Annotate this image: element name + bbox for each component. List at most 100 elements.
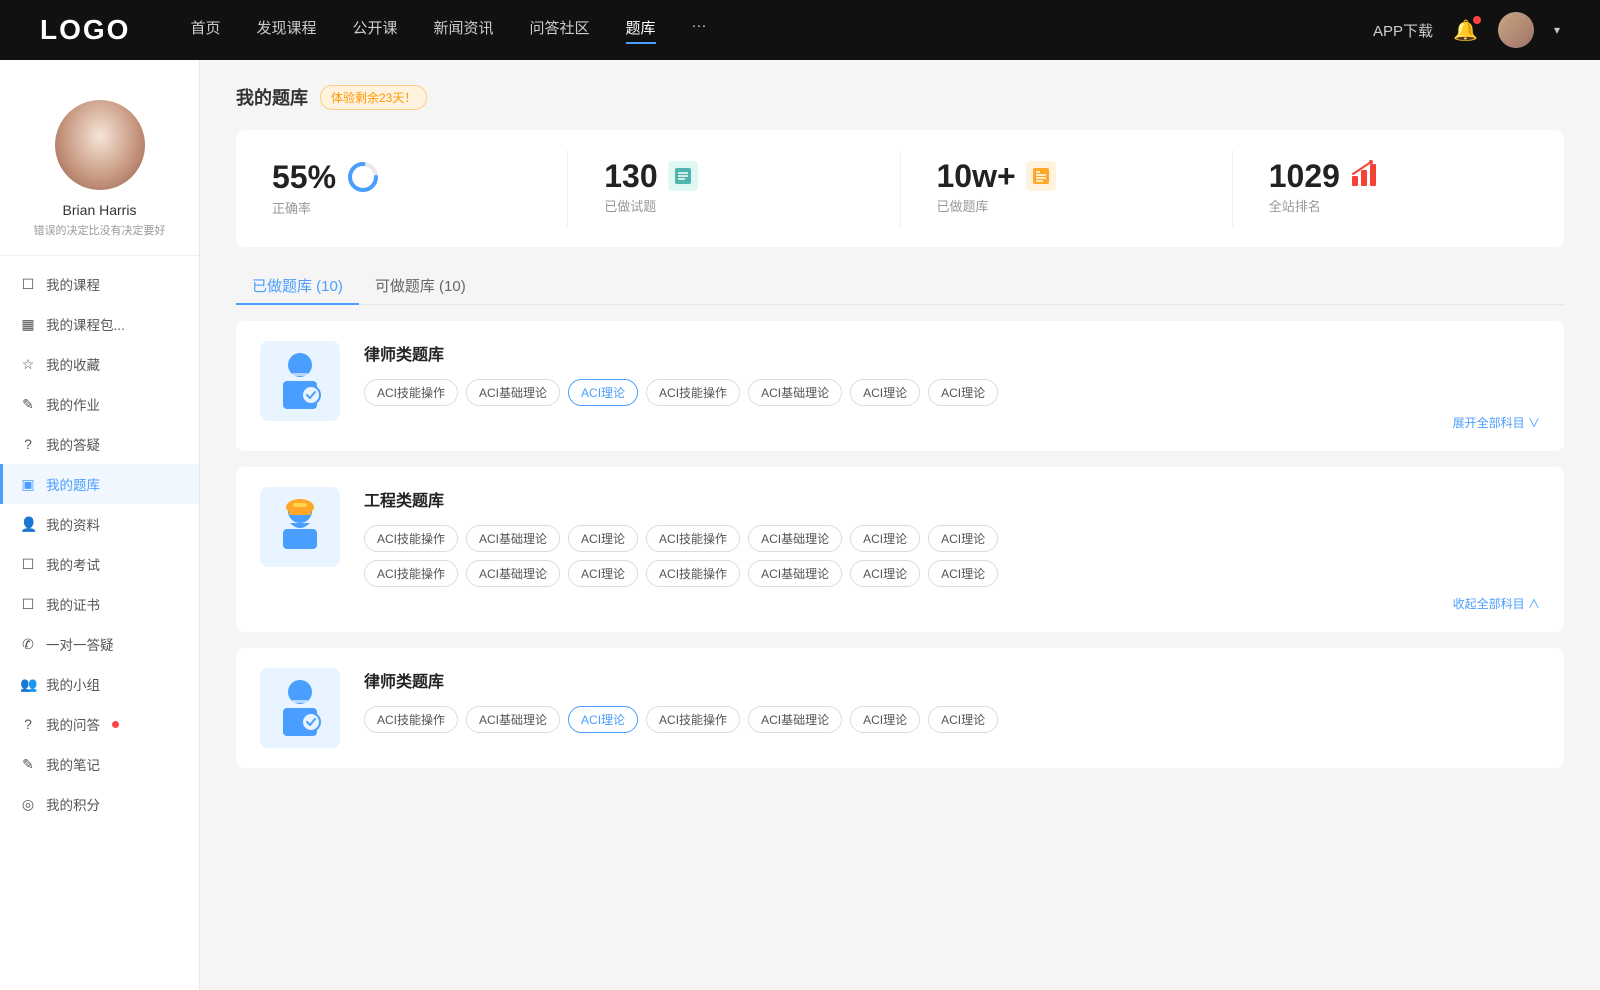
stat-done-banks: 10w+ 已做题库: [901, 150, 1233, 227]
notification-dot: [1473, 16, 1481, 24]
sidebar-item-label: 我的证书: [46, 594, 100, 614]
tag[interactable]: ACI基础理论: [466, 706, 560, 733]
active-bar: [0, 464, 3, 504]
sidebar-item-label: 我的小组: [46, 674, 100, 694]
tutoring-icon: ✆: [20, 636, 36, 653]
sidebar-item-myqa[interactable]: ? 我的问答: [0, 704, 199, 744]
collapse-link[interactable]: 收起全部科目 ∧: [364, 595, 1540, 612]
expand-link[interactable]: 展开全部科目 ∨: [364, 414, 1540, 431]
qbank-title: 律师类题库: [364, 668, 1540, 692]
sidebar-item-collect[interactable]: ☆ 我的收藏: [0, 344, 199, 384]
sidebar-item-label: 我的课程包...: [46, 314, 125, 334]
tag[interactable]: ACI理论: [928, 525, 998, 552]
nav-news[interactable]: 新闻资讯: [434, 17, 494, 44]
tag[interactable]: ACI理论: [850, 560, 920, 587]
sidebar-item-label: 我的收藏: [46, 354, 100, 374]
tag[interactable]: ACI技能操作: [364, 525, 458, 552]
navbar: LOGO 首页 发现课程 公开课 新闻资讯 问答社区 题库 ··· APP下载 …: [0, 0, 1600, 60]
avatar-image: [1498, 12, 1534, 48]
stat-icon-banks: [1026, 161, 1056, 191]
stats-row: 55% 正确率 130: [236, 130, 1564, 247]
sidebar-item-points[interactable]: ◎ 我的积分: [0, 784, 199, 824]
page-title-row: 我的题库 体验剩余23天！: [236, 84, 1564, 110]
tag[interactable]: ACI理论: [850, 525, 920, 552]
tabs-row: 已做题库 (10) 可做题库 (10): [236, 267, 1564, 305]
tag[interactable]: ACI基础理论: [466, 560, 560, 587]
sidebar-item-profile[interactable]: 👤 我的资料: [0, 504, 199, 544]
tag[interactable]: ACI理论: [568, 560, 638, 587]
tag[interactable]: ACI基础理论: [748, 560, 842, 587]
tag[interactable]: ACI技能操作: [364, 706, 458, 733]
chevron-down-icon[interactable]: ▾: [1554, 23, 1560, 37]
sidebar-item-label: 一对一答疑: [46, 634, 114, 654]
sidebar-profile: Brian Harris 错误的决定比没有决定要好: [0, 80, 199, 256]
stat-top: 10w+: [937, 160, 1056, 192]
qbank-title: 律师类题库: [364, 341, 1540, 365]
user-avatar[interactable]: [1498, 12, 1534, 48]
qbank-content-engineer: 工程类题库 ACI技能操作 ACI基础理论 ACI理论 ACI技能操作 ACI基…: [364, 487, 1540, 612]
sidebar-item-qa[interactable]: ? 我的答疑: [0, 424, 199, 464]
nav-qa[interactable]: 问答社区: [530, 17, 590, 44]
sidebar-item-qbank[interactable]: ▣ 我的题库: [0, 464, 199, 504]
nav-open[interactable]: 公开课: [352, 17, 397, 44]
sidebar-item-course[interactable]: ☐ 我的课程: [0, 264, 199, 304]
notification-bell[interactable]: 🔔: [1453, 18, 1478, 43]
stat-accuracy: 55% 正确率: [236, 150, 568, 227]
sidebar-item-homework[interactable]: ✎ 我的作业: [0, 384, 199, 424]
nav-more[interactable]: ···: [692, 17, 707, 44]
tag[interactable]: ACI理论: [850, 379, 920, 406]
stat-label-banks: 已做题库: [937, 196, 989, 215]
unread-dot: [112, 721, 119, 728]
tag[interactable]: ACI基础理论: [466, 379, 560, 406]
main-content: 我的题库 体验剩余23天！ 55% 正确率: [200, 60, 1600, 990]
nav-qbank[interactable]: 题库: [626, 17, 656, 44]
tag[interactable]: ACI基础理论: [748, 525, 842, 552]
tag[interactable]: ACI理论: [928, 379, 998, 406]
tag[interactable]: ACI技能操作: [364, 560, 458, 587]
tag-active[interactable]: ACI理论: [568, 706, 638, 733]
stat-value-done: 130: [604, 160, 657, 192]
myqa-icon: ?: [20, 716, 36, 732]
tag[interactable]: ACI理论: [568, 525, 638, 552]
tag-active[interactable]: ACI理论: [568, 379, 638, 406]
sidebar-motto: 错误的决定比没有决定要好: [34, 224, 166, 239]
exam-icon: ☐: [20, 556, 36, 573]
app-download-button[interactable]: APP下载: [1373, 20, 1433, 41]
stat-value-rank: 1029: [1269, 160, 1340, 192]
tag[interactable]: ACI技能操作: [646, 525, 740, 552]
tab-available[interactable]: 可做题库 (10): [359, 267, 482, 304]
sidebar-item-group[interactable]: 👥 我的小组: [0, 664, 199, 704]
tag[interactable]: ACI理论: [928, 706, 998, 733]
tag[interactable]: ACI技能操作: [646, 379, 740, 406]
tab-done[interactable]: 已做题库 (10): [236, 267, 359, 304]
tag[interactable]: ACI理论: [850, 706, 920, 733]
sidebar-item-exam[interactable]: ☐ 我的考试: [0, 544, 199, 584]
tag[interactable]: ACI基础理论: [748, 379, 842, 406]
sidebar-item-notes[interactable]: ✎ 我的笔记: [0, 744, 199, 784]
sidebar-item-tutoring[interactable]: ✆ 一对一答疑: [0, 624, 199, 664]
tag[interactable]: ACI技能操作: [646, 706, 740, 733]
tag[interactable]: ACI理论: [928, 560, 998, 587]
qbank-card-lawyer-2: 律师类题库 ACI技能操作 ACI基础理论 ACI理论 ACI技能操作 ACI基…: [236, 648, 1564, 768]
sidebar-item-cert[interactable]: ☐ 我的证书: [0, 584, 199, 624]
tag[interactable]: ACI技能操作: [364, 379, 458, 406]
tag[interactable]: ACI技能操作: [646, 560, 740, 587]
stat-label-done: 已做试题: [604, 196, 656, 215]
cert-icon: ☐: [20, 596, 36, 613]
nav-discover[interactable]: 发现课程: [256, 17, 316, 44]
notes-icon: ✎: [20, 756, 36, 773]
stat-icon-accuracy: [346, 160, 380, 194]
qbank-content-lawyer-1: 律师类题库 ACI技能操作 ACI基础理论 ACI理论 ACI技能操作 ACI基…: [364, 341, 1540, 431]
sidebar-item-label: 我的资料: [46, 514, 100, 534]
stat-label-accuracy: 正确率: [272, 198, 311, 217]
qbank-tags-row2: ACI技能操作 ACI基础理论 ACI理论 ACI技能操作 ACI基础理论 AC…: [364, 560, 1540, 587]
tag[interactable]: ACI基础理论: [466, 525, 560, 552]
qbank-icon: ▣: [20, 476, 36, 493]
qbank-icon-lawyer: [260, 341, 340, 421]
qbank-tags: ACI技能操作 ACI基础理论 ACI理论 ACI技能操作 ACI基础理论 AC…: [364, 379, 1540, 406]
nav-home[interactable]: 首页: [190, 17, 220, 44]
tag[interactable]: ACI基础理论: [748, 706, 842, 733]
qbank-card-lawyer-1: 律师类题库 ACI技能操作 ACI基础理论 ACI理论 ACI技能操作 ACI基…: [236, 321, 1564, 451]
qbank-title: 工程类题库: [364, 487, 1540, 511]
sidebar-item-coursepack[interactable]: ▦ 我的课程包...: [0, 304, 199, 344]
